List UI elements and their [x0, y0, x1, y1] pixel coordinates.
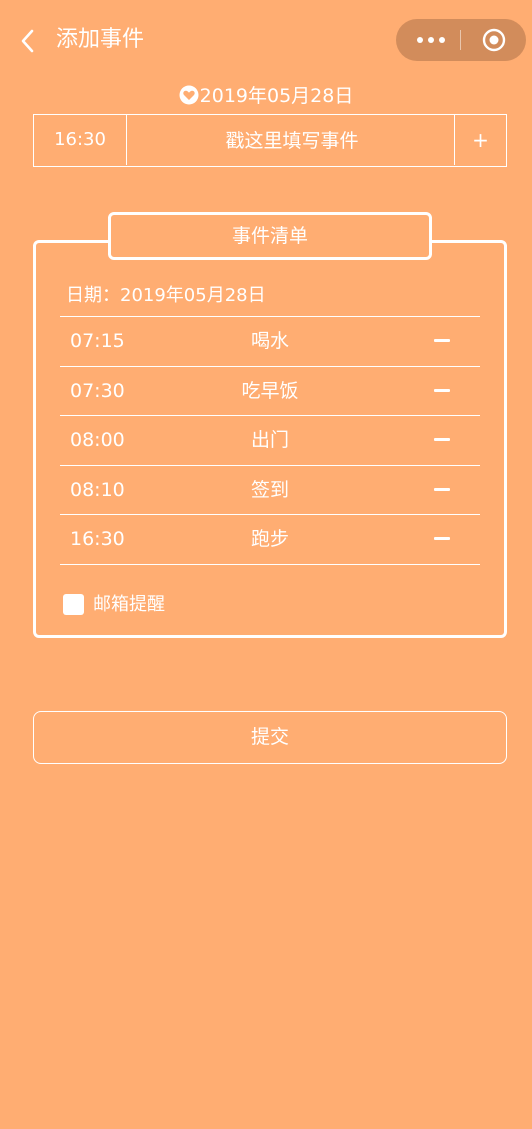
remove-icon[interactable] — [434, 388, 450, 392]
event-list-date: 日期：2019年05月28日 — [66, 285, 266, 306]
remove-icon[interactable] — [434, 487, 450, 491]
event-time: 07:30 — [70, 379, 125, 402]
email-reminder-checkbox[interactable] — [63, 594, 84, 615]
page-title: 添加事件 — [56, 27, 145, 52]
event-time: 16:30 — [70, 528, 125, 550]
event-input-row: 16:30 + — [33, 114, 507, 167]
remove-icon[interactable] — [434, 537, 450, 540]
event-time: 08:00 — [70, 429, 125, 451]
list-item: 08:00 出门 — [60, 415, 480, 465]
event-input[interactable] — [127, 115, 457, 167]
event-list-title: 事件清单 — [108, 212, 432, 260]
list-item: 07:30 吃早饭 — [60, 365, 480, 416]
mini-program-capsule — [396, 19, 526, 61]
email-reminder-label: 邮箱提醒 — [93, 594, 165, 615]
submit-button[interactable]: 提交 — [33, 711, 507, 764]
list-item: 16:30 跑步 — [60, 514, 480, 565]
time-picker[interactable]: 16:30 — [34, 115, 127, 165]
event-list: 07:15 喝水 07:30 吃早饭 08:00 出门 08:10 签到 16:… — [60, 316, 480, 565]
heart-icon — [179, 85, 199, 105]
target-circle-icon[interactable] — [482, 28, 506, 52]
date-header: 2019年05月28日 — [0, 82, 532, 110]
add-event-button[interactable]: + — [454, 115, 506, 165]
capsule-divider — [460, 30, 461, 50]
list-item: 07:15 喝水 — [60, 316, 480, 366]
date-header-text: 2019年05月28日 — [199, 85, 354, 107]
chevron-left-icon[interactable] — [16, 27, 42, 55]
remove-icon[interactable] — [434, 339, 450, 342]
nav-bar: 添加事件 — [0, 0, 532, 80]
more-dots-icon[interactable] — [416, 29, 446, 51]
event-time: 07:15 — [70, 330, 125, 352]
event-time: 08:10 — [70, 478, 125, 501]
remove-icon[interactable] — [434, 438, 450, 441]
list-item: 08:10 签到 — [60, 464, 480, 515]
